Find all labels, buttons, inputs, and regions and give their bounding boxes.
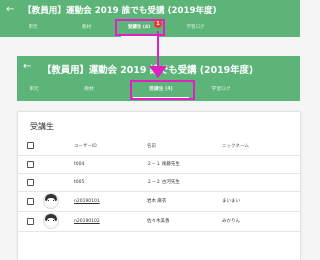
student-name: 岩木 麻衣 <box>147 199 167 204</box>
row-checkbox[interactable] <box>27 198 34 205</box>
column-header-name[interactable]: 名前 <box>147 137 156 156</box>
tab-units[interactable]: 単元 <box>8 19 58 37</box>
table-row: n20190101 岩木 麻衣 まいまい <box>18 192 300 212</box>
table-row: t005 ２－２ 古河先生 <box>18 174 300 192</box>
student-name: ２－２ 古河先生 <box>147 180 180 185</box>
tab-materials[interactable]: 教材 <box>58 19 115 37</box>
student-nickname: みかりん <box>222 219 240 224</box>
user-id: t005 <box>74 180 85 185</box>
student-name: 佐々木美香 <box>147 219 170 224</box>
student-name: ２－１ 後藤先生 <box>147 162 180 167</box>
highlight-box-zoom <box>130 80 195 100</box>
table-row: n20190102 佐々木美香 みかりん <box>18 212 300 232</box>
back-arrow-icon[interactable]: ← <box>23 61 31 72</box>
tab-learning-log[interactable]: 学習ログ <box>168 19 223 37</box>
avatar-eyes-shape <box>48 220 54 221</box>
course-title: 【教員用】運動会 2019 誰でも受講 (2019年度) <box>23 6 217 16</box>
students-card: 受講生 ユーザーID 名前 ニックネーム t004 ２－１ 後藤先生 t005 … <box>18 112 300 260</box>
column-header-user-id[interactable]: ユーザーID <box>74 137 97 156</box>
user-id-link[interactable]: n20190101 <box>74 192 100 212</box>
back-arrow-icon[interactable]: ← <box>6 4 14 15</box>
user-id: t004 <box>74 162 85 167</box>
student-avatar <box>43 193 59 209</box>
pointer-arrow-shaft <box>157 31 159 68</box>
user-id-link[interactable]: n20190102 <box>74 212 100 232</box>
table-row: t004 ２－１ 後藤先生 <box>18 156 300 174</box>
column-header-nickname[interactable]: ニックネーム <box>222 137 249 156</box>
select-all-checkbox[interactable] <box>27 142 34 149</box>
section-title: 受講生 <box>30 122 54 131</box>
avatar-eyes-shape <box>48 200 54 201</box>
row-checkbox[interactable] <box>27 218 34 225</box>
row-checkbox[interactable] <box>27 179 34 186</box>
tab-learning-log[interactable]: 学習ログ <box>193 82 249 98</box>
notification-badge: 1 <box>154 20 162 28</box>
row-checkbox[interactable] <box>27 161 34 168</box>
table-header: ユーザーID 名前 ニックネーム <box>18 137 300 156</box>
pointer-arrow-head <box>149 66 167 78</box>
student-avatar <box>43 213 59 229</box>
tab-materials[interactable]: 教材 <box>65 82 113 98</box>
tab-units[interactable]: 単元 <box>17 82 51 98</box>
zoomed-course-title: 【教員用】運動会 2019 誰でも受講 (2019年度) <box>42 65 254 76</box>
student-nickname: まいまい <box>222 199 240 204</box>
